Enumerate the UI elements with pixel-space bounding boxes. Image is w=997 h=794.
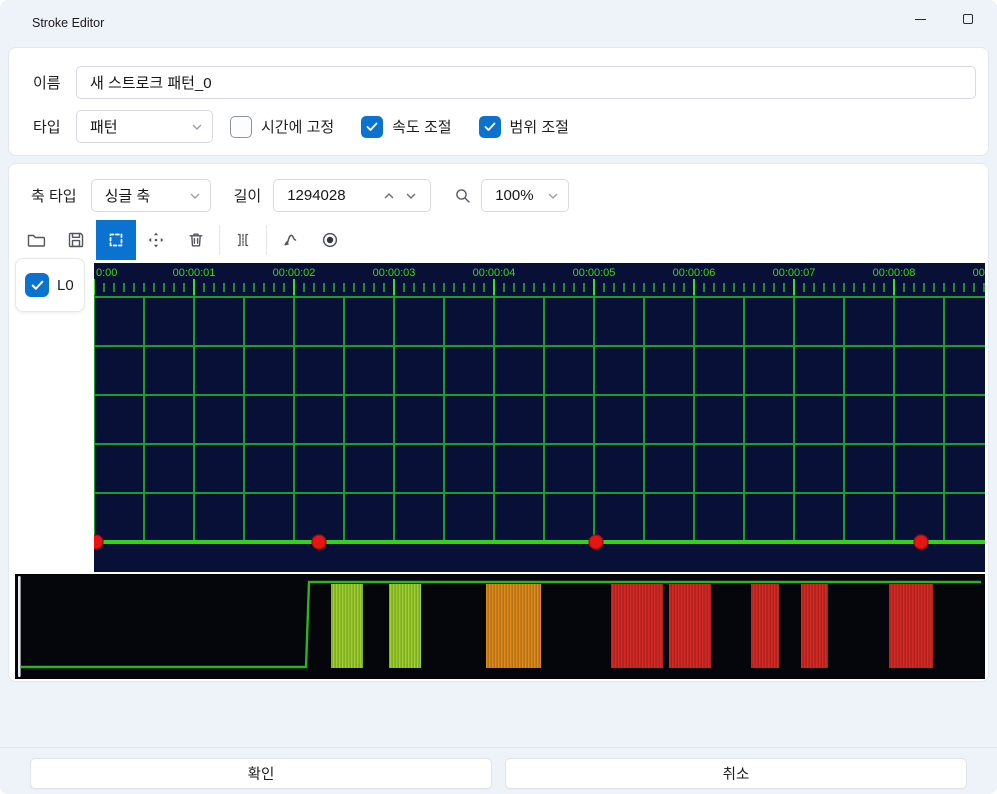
svg-text:00:00:03: 00:00:03 xyxy=(373,267,416,279)
fix-time-label: 시간에 고정 xyxy=(261,116,334,137)
svg-text:00:00:08: 00:00:08 xyxy=(873,267,916,279)
layer-l0-checkbox[interactable] xyxy=(25,273,49,297)
select-tool-button[interactable] xyxy=(96,220,136,260)
pattern-form-card: 이름 타입 패턴 시간에 고정 속도 조절 xyxy=(8,47,989,156)
folder-open-icon xyxy=(26,230,46,250)
ok-button[interactable]: 확인 xyxy=(30,758,492,789)
window-title: Stroke Editor xyxy=(32,16,104,30)
spline-tool-button[interactable] xyxy=(270,220,310,260)
zoom-value: 100% xyxy=(495,187,533,204)
zoom-select[interactable]: 100% xyxy=(481,179,569,212)
svg-text:00:00:05: 00:00:05 xyxy=(573,267,616,279)
check-icon xyxy=(31,280,44,291)
timeline-grid-canvas[interactable]: 0:00 00:00:01 00:00:02 00:00:03 00:00:04 00:0… xyxy=(94,263,985,572)
cancel-button[interactable]: 취소 xyxy=(505,758,967,789)
name-input[interactable] xyxy=(76,66,976,99)
svg-text:00:00:07: 00:00:07 xyxy=(773,267,816,279)
titlebar: Stroke Editor xyxy=(0,0,997,36)
move-icon xyxy=(146,230,166,250)
checkbox-fix-time[interactable]: 시간에 고정 xyxy=(230,116,334,138)
snap-tool-button[interactable] xyxy=(223,220,263,260)
fix-time-checkbox[interactable] xyxy=(230,116,252,138)
type-select[interactable]: 패턴 xyxy=(76,110,213,143)
maximize-icon xyxy=(963,14,973,24)
editor-card: 축 타입 싱글 축 길이 1294028 100% xyxy=(8,163,989,682)
editor-toolbar xyxy=(16,220,350,260)
chevron-up-icon xyxy=(384,193,394,199)
chevron-down-icon xyxy=(548,193,558,199)
stroke-editor-window: Stroke Editor 이름 타입 패턴 시간에 고정 xyxy=(0,0,997,794)
minimize-button[interactable] xyxy=(905,6,935,32)
svg-text:00:00:02: 00:00:02 xyxy=(273,267,316,279)
chevron-down-icon xyxy=(190,193,200,199)
type-label: 타입 xyxy=(33,116,76,137)
zoom-search-icon xyxy=(454,187,472,205)
speed-adjust-label: 속도 조절 xyxy=(392,116,451,137)
delete-button[interactable] xyxy=(176,220,216,260)
minimize-icon xyxy=(915,19,926,20)
chevron-down-icon xyxy=(406,193,416,199)
spline-icon xyxy=(280,230,300,250)
length-input[interactable]: 1294028 xyxy=(273,179,431,212)
svg-text:0:00: 0:00 xyxy=(96,267,117,279)
footer-divider xyxy=(0,747,997,748)
open-file-button[interactable] xyxy=(16,220,56,260)
toolbar-separator xyxy=(219,225,220,255)
layer-l0-card: L0 xyxy=(15,258,85,312)
waveform-overview-canvas[interactable] xyxy=(15,574,985,679)
chevron-down-icon xyxy=(192,124,202,130)
svg-text:00:00:06: 00:00:06 xyxy=(673,267,716,279)
type-select-value: 패턴 xyxy=(90,116,118,137)
maximize-button[interactable] xyxy=(953,6,983,32)
axis-type-select[interactable]: 싱글 축 xyxy=(91,179,211,212)
checkbox-range-adjust[interactable]: 범위 조절 xyxy=(479,116,569,138)
name-label: 이름 xyxy=(33,72,76,93)
svg-text:00:00:01: 00:00:01 xyxy=(173,267,216,279)
axis-type-value: 싱글 축 xyxy=(105,185,151,206)
toolbar-separator xyxy=(266,225,267,255)
move-tool-button[interactable] xyxy=(136,220,176,260)
length-value: 1294028 xyxy=(287,187,378,204)
speed-adjust-checkbox[interactable] xyxy=(361,116,383,138)
timeline-grid-area[interactable]: 0:00 00:00:01 00:00:02 00:00:03 00:00:04 00:0… xyxy=(94,263,985,572)
save-icon xyxy=(66,230,86,250)
trash-icon xyxy=(186,230,206,250)
footer-buttons: 확인 취소 xyxy=(30,758,967,789)
snap-icon xyxy=(233,230,253,250)
svg-text:00:00:09: 00:00:09 xyxy=(973,267,985,279)
range-adjust-label: 범위 조절 xyxy=(510,116,569,137)
check-icon xyxy=(366,122,378,132)
length-decrement-button[interactable] xyxy=(400,191,422,201)
record-icon xyxy=(320,230,340,250)
save-button[interactable] xyxy=(56,220,96,260)
waveform-overview-area[interactable] xyxy=(15,574,985,679)
svg-text:00:00:04: 00:00:04 xyxy=(473,267,516,279)
select-rect-icon xyxy=(106,230,126,250)
check-icon xyxy=(484,122,496,132)
checkbox-speed-adjust[interactable]: 속도 조절 xyxy=(361,116,451,138)
record-button[interactable] xyxy=(310,220,350,260)
length-label: 길이 xyxy=(234,185,262,206)
axis-type-label: 축 타입 xyxy=(31,185,77,206)
length-increment-button[interactable] xyxy=(378,191,400,201)
range-adjust-checkbox[interactable] xyxy=(479,116,501,138)
layer-l0-label: L0 xyxy=(57,277,74,294)
window-controls xyxy=(905,6,983,32)
